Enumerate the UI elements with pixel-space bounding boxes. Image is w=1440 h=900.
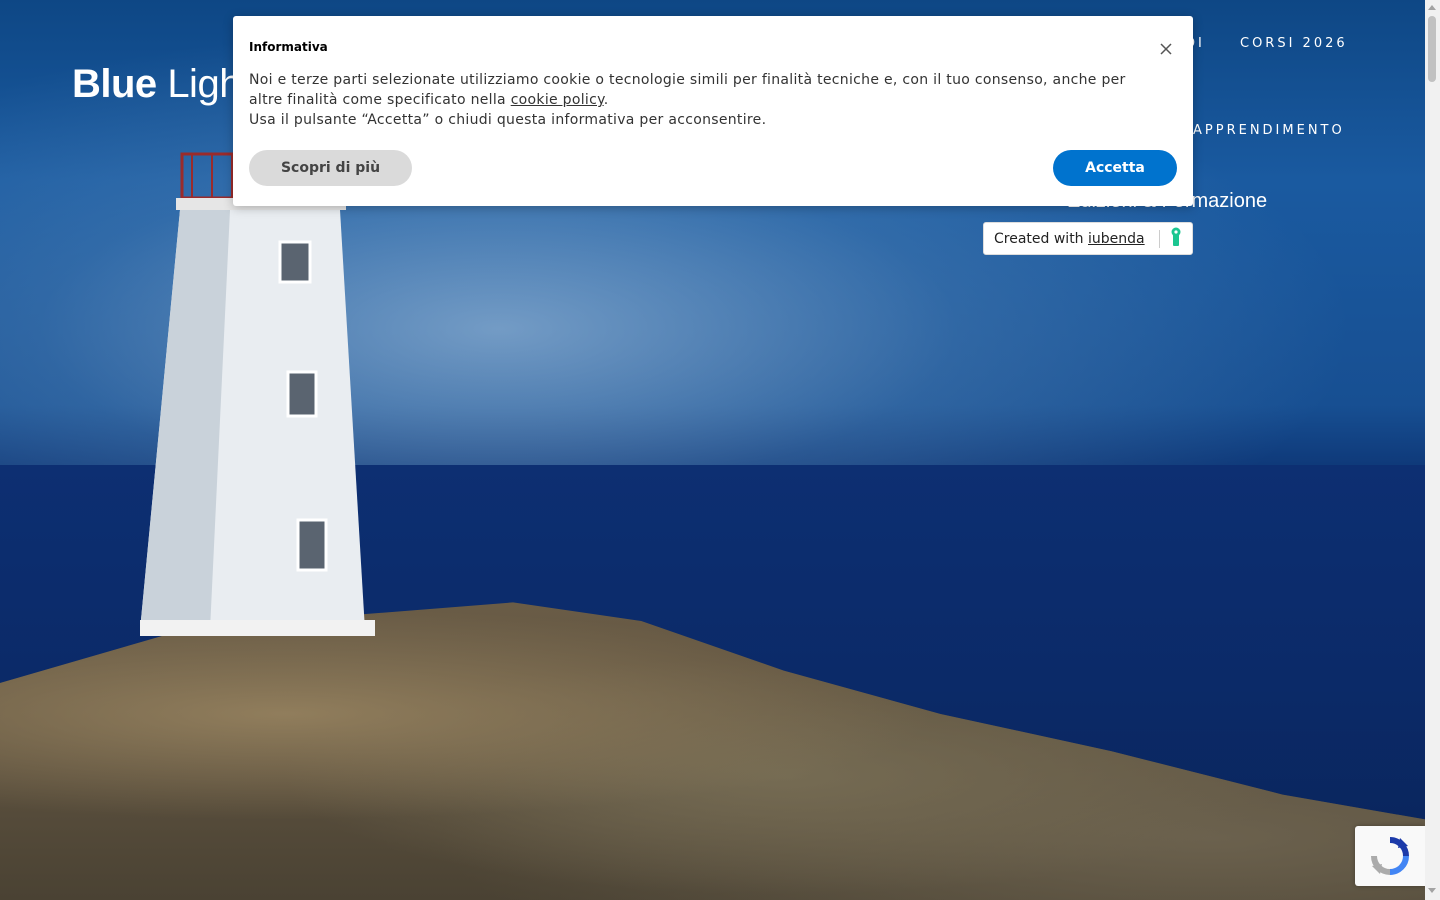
cookie-text-part2: .: [603, 92, 609, 108]
page: Blue Light DI CORSI 2026 APPRENDIMENTO E…: [0, 0, 1425, 900]
iubenda-badge[interactable]: Created with iubenda: [983, 222, 1193, 255]
cookie-banner-title: Informativa: [249, 40, 328, 54]
iubenda-link[interactable]: iubenda: [1088, 231, 1145, 247]
site-logo[interactable]: Blue Light: [72, 62, 252, 107]
cookie-policy-link[interactable]: cookie policy: [511, 92, 604, 108]
recaptcha-badge[interactable]: [1355, 826, 1425, 886]
iubenda-divider: [1158, 229, 1160, 248]
iubenda-prefix: Created with: [994, 230, 1089, 247]
cookie-banner-text: Noi e terze parti selezionate utilizziam…: [249, 70, 1159, 130]
learn-more-button[interactable]: Scopri di più: [249, 150, 412, 186]
accept-button[interactable]: Accetta: [1053, 150, 1177, 186]
iubenda-badge-text: Created with iubenda: [994, 231, 1145, 247]
scrollbar-thumb[interactable]: [1428, 16, 1436, 82]
nav-item-learning[interactable]: APPRENDIMENTO: [1193, 123, 1345, 138]
scroll-down-arrow-icon[interactable]: [1428, 888, 1436, 893]
cookie-text-part1: Noi e terze parti selezionate utilizziam…: [249, 72, 1126, 108]
page-scrollbar[interactable]: [1425, 0, 1440, 900]
nav-item-courses[interactable]: CORSI 2026: [1240, 36, 1348, 51]
cookie-banner: Informativa Noi e terze parti selezionat…: [233, 16, 1193, 206]
iubenda-logo-icon: [1170, 227, 1182, 251]
scroll-up-arrow-icon[interactable]: [1428, 5, 1436, 10]
cookie-text-line3: Usa il pulsante “Accetta” o chiudi quest…: [249, 112, 767, 128]
close-icon[interactable]: [1157, 40, 1175, 58]
recaptcha-icon: [1371, 837, 1409, 875]
lighthouse-image: [140, 152, 375, 636]
brand-bold: Blue: [72, 62, 157, 106]
